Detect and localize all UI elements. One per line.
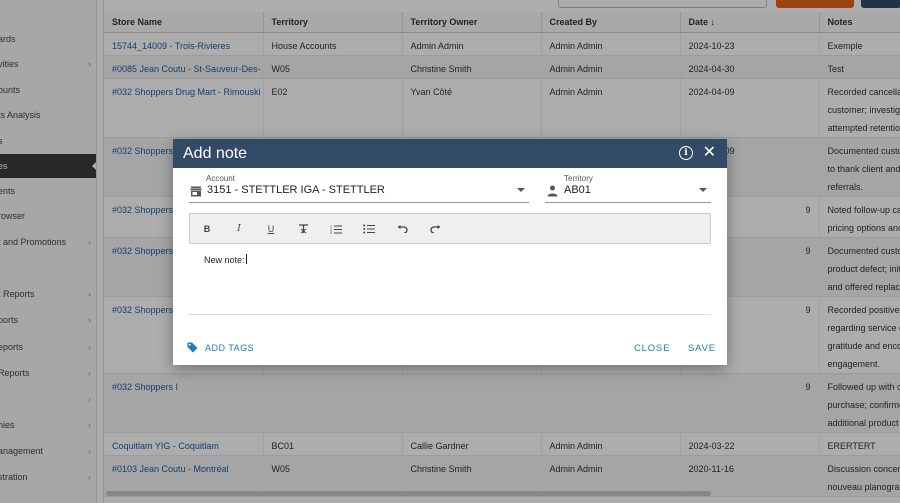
editor-toolbar: B I U 123 (189, 213, 711, 244)
close-icon[interactable]: ✕ (703, 143, 716, 163)
chevron-down-icon (517, 188, 525, 192)
italic-icon[interactable]: I (232, 223, 246, 235)
note-editor[interactable]: New note: (189, 244, 711, 315)
text-cursor (245, 254, 247, 264)
store-icon (190, 186, 202, 197)
bold-icon[interactable]: B (200, 223, 214, 235)
account-underline (189, 202, 529, 203)
add-tags-label: ADD TAGS (205, 342, 255, 353)
account-value: 3151 - STETTLER IGA - STETTLER (207, 184, 385, 196)
save-button[interactable]: SAVE (688, 343, 716, 354)
editor-content[interactable]: New note: (204, 254, 247, 265)
territory-underline (545, 202, 711, 203)
territory-label: Territory (564, 174, 593, 183)
dialog-header: Add note i ✕ (173, 139, 727, 168)
dialog-title: Add note (183, 144, 248, 162)
close-button[interactable]: CLOSE (634, 343, 670, 354)
editor-text: New note: (204, 255, 245, 265)
info-icon[interactable]: i (679, 146, 693, 160)
add-tags-button[interactable]: ADD TAGS (187, 342, 254, 353)
clear-format-icon[interactable] (296, 223, 310, 235)
account-label: Account (206, 174, 235, 183)
chevron-down-icon (699, 188, 707, 192)
underline-icon[interactable]: U (264, 223, 278, 235)
person-icon (547, 185, 558, 197)
redo-icon[interactable] (428, 223, 442, 235)
undo-icon[interactable] (395, 223, 409, 235)
bullet-list-icon[interactable] (362, 223, 376, 235)
add-note-dialog: Add note i ✕ Account 3151 - STETTLER IGA… (173, 139, 727, 365)
territory-value: AB01 (564, 184, 591, 196)
territory-select[interactable]: Territory AB01 (545, 174, 711, 203)
account-select[interactable]: Account 3151 - STETTLER IGA - STETTLER (189, 174, 529, 203)
tag-icon (187, 342, 198, 353)
numbered-list-icon[interactable]: 123 (329, 223, 343, 235)
svg-text:3: 3 (330, 231, 332, 234)
